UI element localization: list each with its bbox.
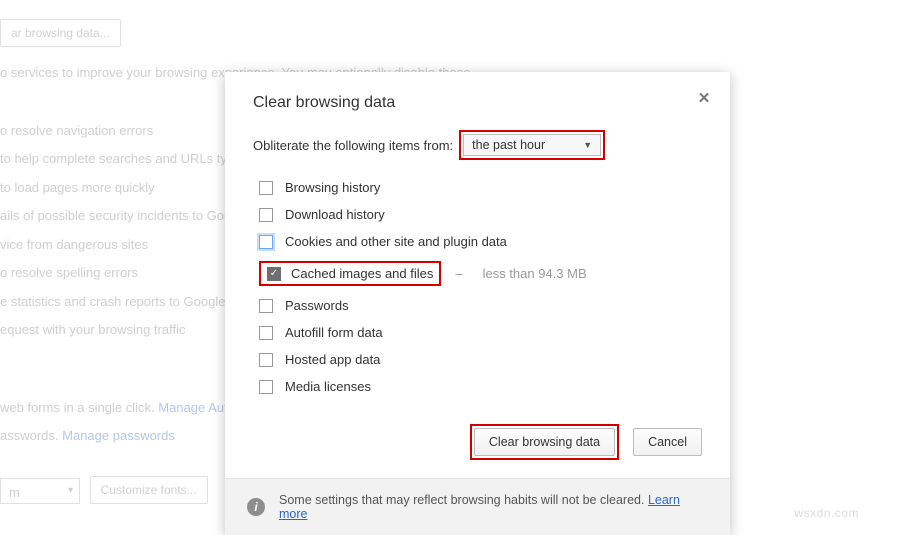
time-range-value: the past hour	[472, 138, 545, 152]
checkbox-hosted[interactable]	[259, 353, 273, 367]
checkbox-media[interactable]	[259, 380, 273, 394]
cancel-button[interactable]: Cancel	[633, 428, 702, 456]
chevron-down-icon: ▼	[583, 140, 592, 150]
label-autofill: Autofill form data	[285, 325, 383, 340]
label-browsing-history: Browsing history	[285, 180, 380, 195]
label-cached: Cached images and files	[291, 266, 433, 281]
checkbox-cached[interactable]	[267, 267, 281, 281]
checkbox-passwords[interactable]	[259, 299, 273, 313]
cached-highlight: Cached images and files	[259, 261, 441, 286]
time-range-select[interactable]: the past hour ▼	[463, 134, 601, 156]
checkbox-autofill[interactable]	[259, 326, 273, 340]
bg-customize-fonts: Customize fonts...	[90, 476, 208, 504]
close-icon[interactable]: ✕	[696, 90, 712, 106]
label-cookies: Cookies and other site and plugin data	[285, 234, 507, 249]
checkbox-browsing-history[interactable]	[259, 181, 273, 195]
clear-button-highlight: Clear browsing data	[470, 424, 619, 460]
label-download-history: Download history	[285, 207, 385, 222]
label-media: Media licenses	[285, 379, 371, 394]
checkbox-cookies[interactable]	[259, 235, 273, 249]
bg-button-clear: ar browsing data...	[0, 19, 121, 47]
watermark: wsxdn.com	[794, 504, 859, 522]
bg-select: m	[0, 478, 80, 504]
info-icon: i	[247, 498, 265, 516]
clear-browsing-data-button[interactable]: Clear browsing data	[474, 428, 615, 456]
label-hosted: Hosted app data	[285, 352, 380, 367]
cached-size-note: less than 94.3 MB	[483, 266, 587, 281]
dialog-title: Clear browsing data	[253, 94, 702, 112]
label-passwords: Passwords	[285, 298, 349, 313]
obliterate-prompt: Obliterate the following items from:	[253, 138, 453, 153]
footer-text: Some settings that may reflect browsing …	[279, 493, 648, 507]
time-range-highlight: the past hour ▼	[459, 130, 605, 160]
clear-browsing-data-dialog: ✕ Clear browsing data Obliterate the fol…	[225, 72, 730, 535]
checkbox-download-history[interactable]	[259, 208, 273, 222]
dialog-footer: i Some settings that may reflect browsin…	[225, 478, 730, 535]
